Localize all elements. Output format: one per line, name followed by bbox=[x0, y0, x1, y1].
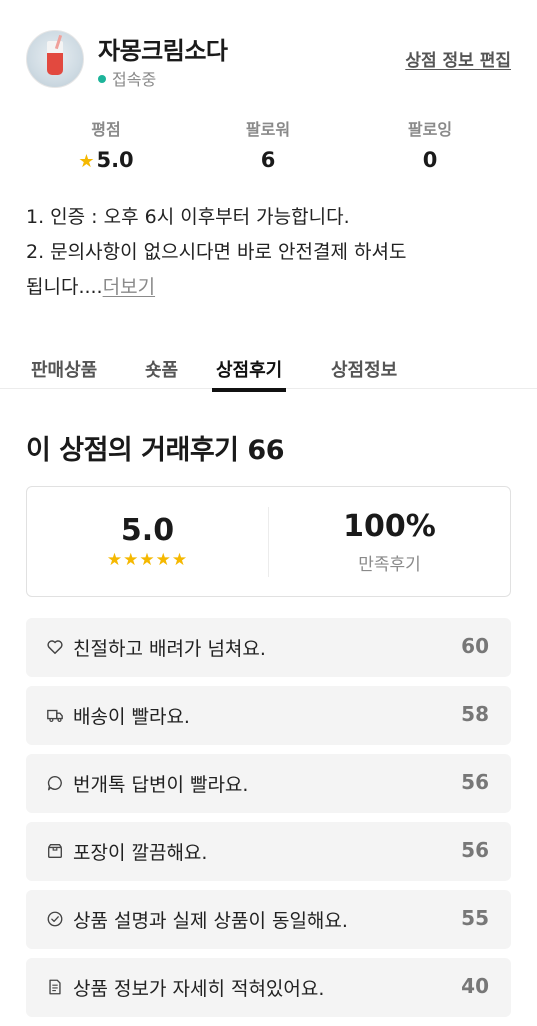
followers-label: 팔로워 bbox=[245, 120, 291, 139]
shop-profile-header: 자몽크림소다 접속중 상점 정보 편집 bbox=[26, 28, 511, 90]
review-keyword-label: 친절하고 배려가 넘쳐요. bbox=[73, 638, 266, 660]
star-icon: ★ bbox=[78, 151, 95, 172]
rating-label: 평점 bbox=[91, 120, 121, 139]
review-keyword-list: 친절하고 배려가 넘쳐요. 60 배송이 빨라요. 58 번개톡 답변이 빨라요… bbox=[26, 618, 511, 1026]
document-icon bbox=[49, 979, 61, 995]
review-keyword-item[interactable]: 친절하고 배려가 넘쳐요. 60 bbox=[26, 618, 511, 677]
satisfaction-label: 만족후기 bbox=[358, 555, 421, 575]
tab-reviews[interactable]: 상점후기 bbox=[211, 356, 287, 392]
intro-line-3: 됩니다.... bbox=[26, 276, 103, 298]
average-score: 5.0 ★★★★★ bbox=[27, 487, 268, 596]
satisfaction-value: 100% bbox=[343, 509, 436, 544]
check-circle-icon bbox=[47, 911, 63, 927]
shop-avatar[interactable] bbox=[26, 30, 84, 88]
intro-line-2: 2. 문의사항이 없으시다면 바로 안전결제 하셔도 bbox=[26, 241, 407, 263]
status-text: 접속중 bbox=[112, 70, 157, 89]
review-keyword-item[interactable]: 포장이 깔끔해요. 56 bbox=[26, 822, 511, 881]
following-stat[interactable]: 팔로잉 0 bbox=[370, 116, 490, 172]
shop-intro: 1. 인증 : 오후 6시 이후부터 가능합니다. 2. 문의사항이 없으시다면… bbox=[26, 200, 516, 305]
review-keyword-label: 배송이 빨라요. bbox=[73, 706, 190, 728]
edit-shop-info-button[interactable]: 상점 정보 편집 bbox=[405, 46, 511, 71]
box-icon bbox=[48, 844, 62, 858]
shop-stats: 평점 ★5.0 팔로워 6 팔로잉 0 bbox=[26, 116, 511, 176]
review-keyword-item[interactable]: 번개톡 답변이 빨라요. 56 bbox=[26, 754, 511, 813]
review-keyword-item[interactable]: 상품 설명과 실제 상품이 동일해요. 55 bbox=[26, 890, 511, 949]
review-keyword-count: 56 bbox=[461, 838, 489, 862]
review-keyword-item[interactable]: 상품 정보가 자세히 적혀있어요. 40 bbox=[26, 958, 511, 1017]
review-keyword-count: 56 bbox=[461, 770, 489, 794]
shop-name: 자몽크림소다 bbox=[98, 37, 228, 65]
chat-bubble-icon bbox=[47, 776, 62, 791]
review-keyword-count: 60 bbox=[461, 634, 489, 658]
review-keyword-label: 번개톡 답변이 빨라요. bbox=[73, 774, 249, 796]
heart-icon bbox=[47, 640, 63, 655]
online-status: 접속중 bbox=[98, 66, 156, 90]
reviews-title: 이 상점의 거래후기 66 bbox=[26, 435, 285, 466]
followers-stat[interactable]: 팔로워 6 bbox=[208, 116, 328, 172]
tab-products[interactable]: 판매상품 bbox=[31, 356, 97, 382]
review-keyword-count: 55 bbox=[461, 906, 489, 930]
intro-line-1: 1. 인증 : 오후 6시 이후부터 가능합니다. bbox=[26, 206, 350, 228]
rating-stat: 평점 ★5.0 bbox=[46, 116, 166, 172]
review-keyword-count: 58 bbox=[461, 702, 489, 726]
tab-shop-info[interactable]: 상점정보 bbox=[331, 356, 397, 382]
review-keyword-item[interactable]: 배송이 빨라요. 58 bbox=[26, 686, 511, 745]
average-score-value: 5.0 bbox=[120, 513, 175, 548]
rating-value: 5.0 bbox=[96, 148, 134, 172]
more-button[interactable]: 더보기 bbox=[103, 276, 155, 298]
truck-icon bbox=[47, 709, 63, 723]
review-keyword-label: 상품 정보가 자세히 적혀있어요. bbox=[73, 978, 325, 1000]
following-value: 0 bbox=[422, 148, 438, 172]
online-dot-icon bbox=[98, 74, 106, 83]
review-keyword-label: 상품 설명과 실제 상품이 동일해요. bbox=[73, 910, 348, 932]
shop-tabs: 판매상품 숏폼 상점후기 상점정보 bbox=[0, 350, 537, 392]
satisfaction-rate: 100% 만족후기 bbox=[269, 487, 510, 596]
tab-shortform[interactable]: 숏폼 bbox=[145, 356, 178, 382]
review-summary-card: 5.0 ★★★★★ 100% 만족후기 bbox=[26, 486, 511, 597]
five-stars-icon: ★★★★★ bbox=[106, 550, 189, 570]
followers-value: 6 bbox=[260, 148, 276, 172]
review-keyword-label: 포장이 깔끔해요. bbox=[73, 842, 208, 864]
following-label: 팔로잉 bbox=[407, 120, 453, 139]
review-keyword-count: 40 bbox=[461, 974, 489, 998]
